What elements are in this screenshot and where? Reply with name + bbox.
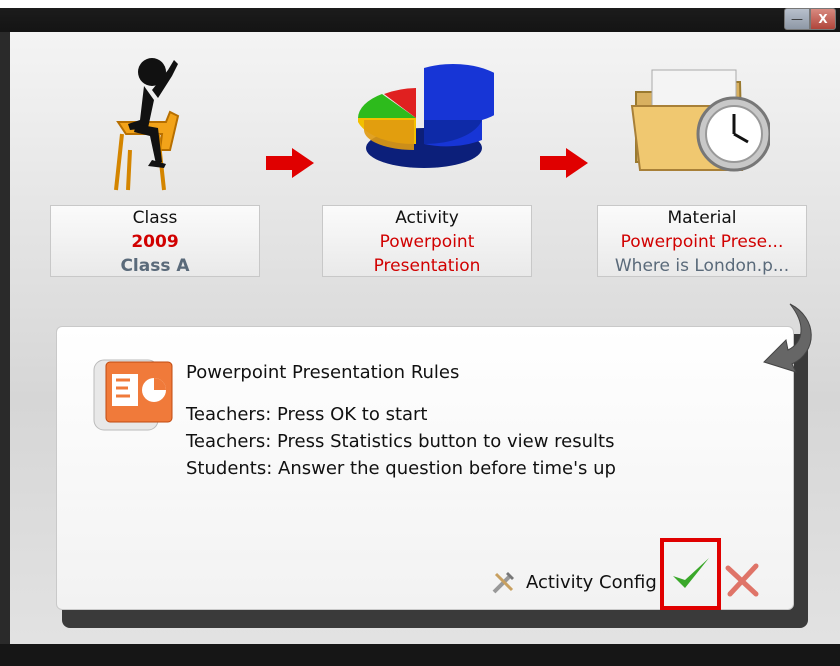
tools-icon — [492, 572, 514, 594]
activity-card-line2: Presentation — [373, 256, 481, 276]
material-card[interactable]: Material Powerpoint Prese... Where is Lo… — [597, 205, 807, 277]
pie-chart-icon — [358, 63, 494, 168]
arrow-right-icon — [540, 148, 588, 178]
activity-config-button[interactable]: Activity Config — [490, 568, 657, 596]
cancel-button[interactable] — [722, 560, 762, 600]
title-bar-top-strip — [0, 0, 840, 8]
app-window: — X Class 2009 Class A Activity Powerpoi… — [0, 0, 840, 666]
person-sitting-icon — [114, 58, 180, 191]
activity-card-title: Activity — [395, 208, 459, 228]
activity-card[interactable]: Activity Powerpoint Presentation — [322, 205, 532, 277]
material-card-line1: Powerpoint Prese... — [620, 232, 784, 252]
close-window-button[interactable]: X — [810, 8, 836, 30]
powerpoint-icon — [93, 359, 173, 431]
back-arrow-icon[interactable] — [760, 298, 820, 378]
material-card-title: Material — [667, 208, 737, 228]
class-card[interactable]: Class 2009 Class A — [50, 205, 260, 277]
activity-card-line1: Powerpoint — [379, 232, 475, 252]
rule-item: Teachers: Press Statistics button to vie… — [186, 431, 615, 452]
checkmark-icon — [672, 558, 709, 588]
class-card-name: Class A — [120, 256, 190, 276]
activity-config-label: Activity Config — [526, 571, 657, 593]
dialog-title: Powerpoint Presentation Rules — [186, 362, 460, 383]
class-card-title: Class — [132, 208, 178, 228]
window-controls: — X — [784, 8, 836, 30]
folder-clock-icon — [630, 69, 770, 172]
rule-item: Students: Answer the question before tim… — [186, 458, 616, 479]
bottom-bar — [0, 644, 840, 666]
material-card-line2: Where is London.p... — [614, 256, 790, 276]
arrow-right-icon — [266, 148, 314, 178]
title-bar: — X — [0, 0, 840, 32]
rule-item: Teachers: Press OK to start — [186, 404, 428, 425]
ok-button[interactable] — [660, 538, 721, 610]
minimize-button[interactable]: — — [784, 8, 810, 30]
close-icon — [725, 563, 759, 597]
class-card-year: 2009 — [131, 232, 179, 252]
